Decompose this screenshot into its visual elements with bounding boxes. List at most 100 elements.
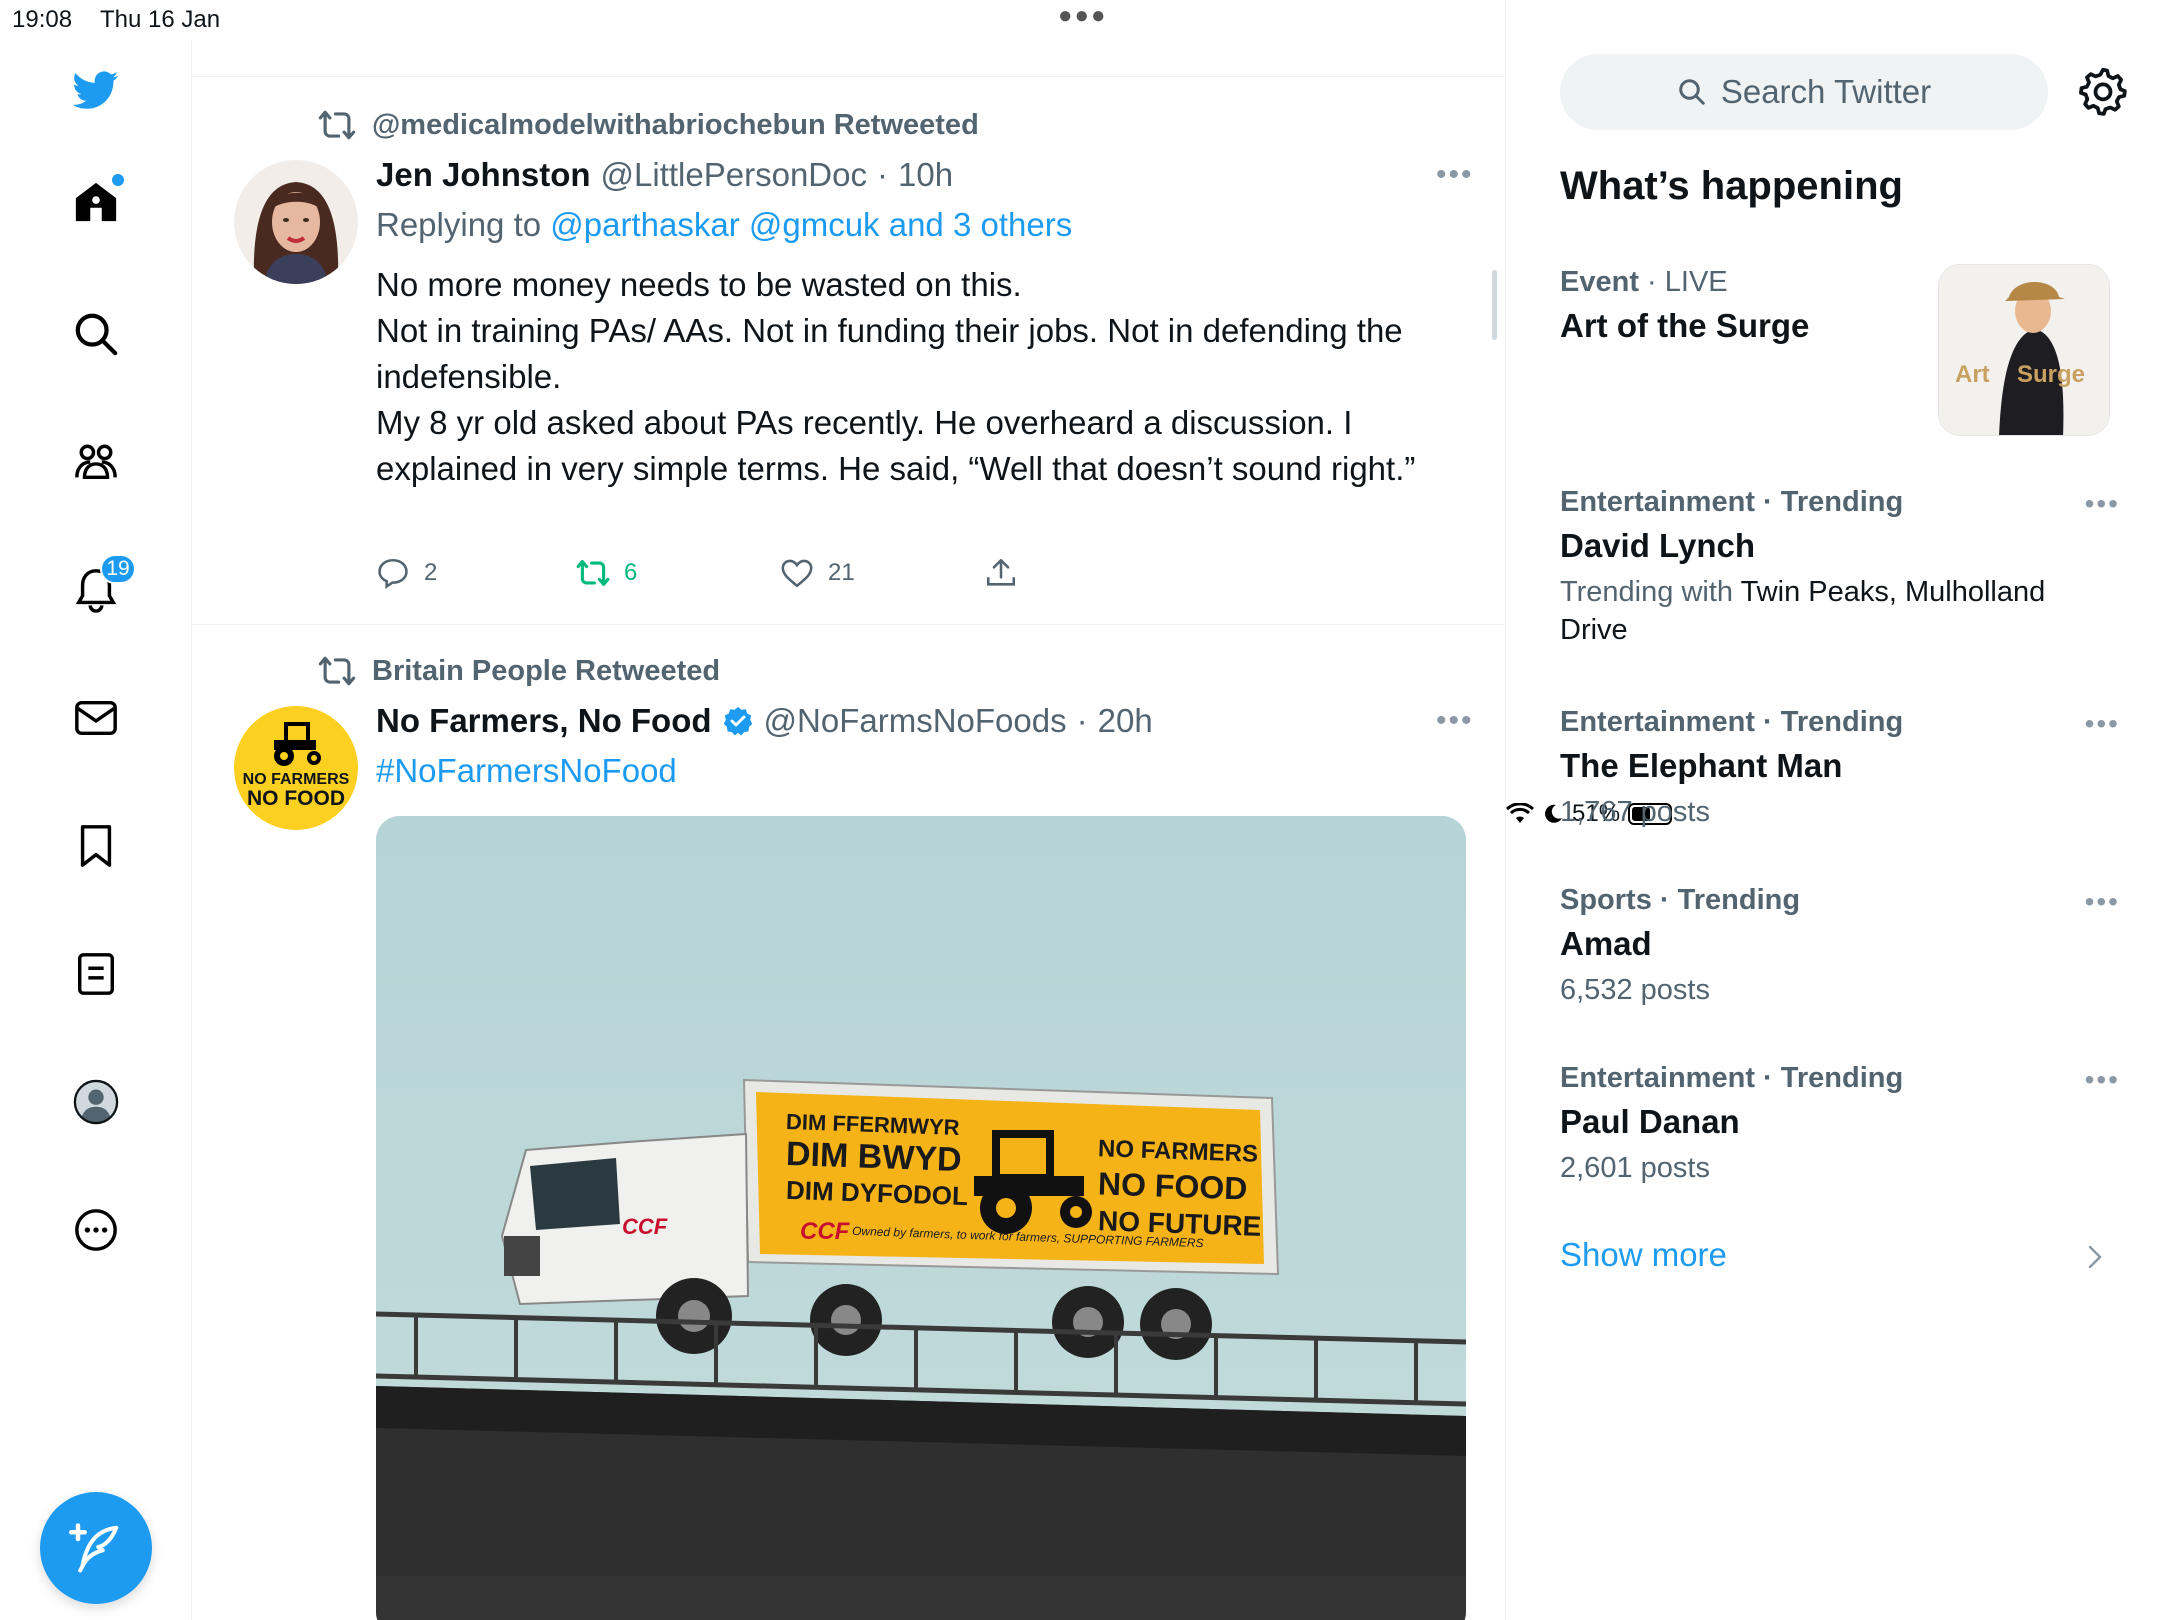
share-icon [986, 558, 1016, 586]
search-icon [1679, 79, 1705, 105]
trend-dot: · [1647, 266, 1657, 298]
like-count: 21 [828, 559, 855, 586]
search-placeholder: Search Twitter [1720, 73, 1932, 110]
tweet-text-line: No more money needs to be wasted on this… [376, 266, 1022, 303]
event-image-text: Art [1955, 361, 1990, 388]
trend-title: David Lynch [1560, 527, 1755, 564]
retweet-icon [318, 110, 356, 140]
tweet-actions: 2 6 21 [376, 556, 1018, 590]
compose-feather-icon [69, 1523, 119, 1573]
whats-happening-heading: What’s happening [1560, 164, 1903, 208]
avatar-text-1: NO FARMERS [242, 771, 350, 788]
more-options-icon[interactable] [72, 1206, 120, 1254]
trend-title: The Elephant Man [1560, 747, 1843, 784]
explore-search-icon[interactable] [72, 310, 120, 358]
retweet-icon [318, 656, 356, 686]
sign-text: NO FOOD [1097, 1165, 1248, 1207]
sign-text: DIM BWYD [785, 1134, 963, 1180]
trend-category: Entertainment · Trending [1560, 486, 1904, 518]
tweet-header: No Farmers, No Food @NoFarmsNoFoods · 20… [376, 702, 1153, 740]
retweet-button[interactable]: 6 [576, 556, 780, 590]
trend-item[interactable]: Entertainment · Trending David Lynch Tre… [1560, 486, 2120, 649]
notifications-count-badge: 19 [100, 554, 136, 584]
event-image-text: Surge [2017, 361, 2086, 388]
settings-gear-icon[interactable] [2078, 66, 2128, 116]
author-handle[interactable]: @LittlePersonDoc [601, 156, 867, 194]
sign-text: NO FARMERS [1097, 1135, 1259, 1168]
replying-to: Replying to @parthaskar @gmcuk and 3 oth… [376, 206, 1072, 244]
replying-prefix: Replying to [376, 206, 542, 243]
retweet-count: 6 [624, 559, 638, 586]
author-avatar[interactable] [234, 160, 358, 284]
timeline: @medicalmodelwithabriochebun Retweeted J… [192, 0, 1506, 1620]
tweet-text: No more money needs to be wasted on this… [376, 262, 1466, 492]
messages-mail-icon[interactable] [72, 694, 120, 742]
trend-post-count: 2,601 posts [1560, 1152, 1710, 1184]
tweet-text-line: My 8 yr old asked about PAs recently. He… [376, 404, 1416, 487]
tweet-divider [192, 76, 1505, 77]
retweet-icon [576, 560, 610, 586]
compose-tweet-button[interactable] [40, 1492, 152, 1604]
trend-category: Entertainment · Trending [1560, 1062, 1904, 1094]
tweet-time[interactable]: 10h [898, 156, 953, 194]
home-unread-dot [112, 174, 124, 186]
trend-event-image[interactable]: Art Surge [1938, 264, 2110, 436]
tweet-more-icon[interactable]: ••• [1436, 704, 1474, 738]
trend-category: Event [1560, 266, 1639, 298]
author-name[interactable]: No Farmers, No Food [376, 702, 712, 740]
tweet-time[interactable]: 20h [1098, 702, 1153, 740]
like-button[interactable]: 21 [780, 556, 984, 590]
replying-to-links[interactable]: @parthaskar @gmcuk and 3 others [550, 206, 1072, 243]
trend-item[interactable]: Entertainment · Trending The Elephant Ma… [1560, 706, 2120, 831]
retweet-context[interactable]: Britain People Retweeted [318, 652, 720, 690]
trend-subtitle: Trending with Twin Peaks, Mulholland Dri… [1560, 573, 2120, 649]
trend-title: Amad [1560, 925, 1652, 962]
header-separator: · [876, 156, 888, 193]
twitter-logo-icon[interactable] [72, 66, 120, 114]
retweet-context[interactable]: @medicalmodelwithabriochebun Retweeted [318, 106, 979, 144]
trend-more-icon[interactable]: ••• [2085, 886, 2120, 918]
lists-icon[interactable] [72, 950, 120, 998]
trend-more-icon[interactable]: ••• [2085, 1064, 2120, 1096]
notifications-bell-icon[interactable]: 19 [72, 554, 136, 614]
trend-category: Sports · Trending [1560, 884, 1801, 916]
trend-title: Paul Danan [1560, 1103, 1740, 1140]
tweet-divider [192, 624, 1505, 625]
tweet-hashtag[interactable]: #NoFarmersNoFood [376, 752, 677, 790]
heart-icon [781, 559, 813, 588]
bookmarks-icon[interactable] [72, 822, 120, 870]
share-button[interactable] [984, 556, 1018, 590]
tractor-icon [274, 722, 321, 766]
chevron-right-icon [2088, 1245, 2102, 1269]
tweet-media-image[interactable]: DIM FFERMWYR DIM BWYD DIM DYFODOL NO FAR… [376, 816, 1466, 1620]
author-name[interactable]: Jen Johnston [376, 156, 591, 194]
trend-post-count: 6,532 posts [1560, 974, 1710, 1006]
trend-more-icon[interactable]: ••• [2085, 708, 2120, 740]
show-more-link[interactable]: Show more [1560, 1236, 1727, 1274]
trending-with-prefix: Trending with [1560, 576, 1734, 608]
tweet-header: Jen Johnston @LittlePersonDoc · 10h [376, 156, 953, 194]
trend-post-count: 1,767 posts [1560, 796, 1710, 828]
trend-category: Entertainment · Trending [1560, 706, 1904, 738]
retweeted-by-text: Britain People Retweeted [372, 654, 721, 687]
status-time: 19:08 [12, 6, 73, 33]
author-handle[interactable]: @NoFarmsNoFoods [764, 702, 1067, 740]
verified-badge-icon [723, 707, 752, 736]
right-sidebar: Search Twitter What’s happening Event · … [1506, 0, 2160, 1620]
avatar-text-2: NO FOOD [247, 787, 345, 810]
reply-button[interactable]: 2 [376, 556, 576, 590]
tweet-more-icon[interactable]: ••• [1436, 158, 1474, 192]
trend-item[interactable]: Sports · Trending Amad 6,532 posts [1560, 884, 2120, 1009]
trend-item[interactable]: Entertainment · Trending Paul Danan 2,60… [1560, 1062, 2120, 1187]
trend-more-icon[interactable]: ••• [2085, 488, 2120, 520]
cab-logo-text: CCF [622, 1214, 668, 1239]
cab-logo-text: CCF [800, 1218, 850, 1245]
retweeted-by-text: @medicalmodelwithabriochebun Retweeted [372, 108, 979, 141]
communities-icon[interactable] [72, 438, 120, 486]
home-icon[interactable] [72, 174, 124, 226]
reply-count: 2 [424, 559, 438, 586]
search-twitter-input[interactable]: Search Twitter [1560, 54, 2048, 130]
profile-avatar-icon[interactable] [72, 1078, 120, 1126]
scrollbar[interactable] [1492, 270, 1497, 340]
author-avatar[interactable]: NO FARMERS NO FOOD [234, 706, 358, 830]
